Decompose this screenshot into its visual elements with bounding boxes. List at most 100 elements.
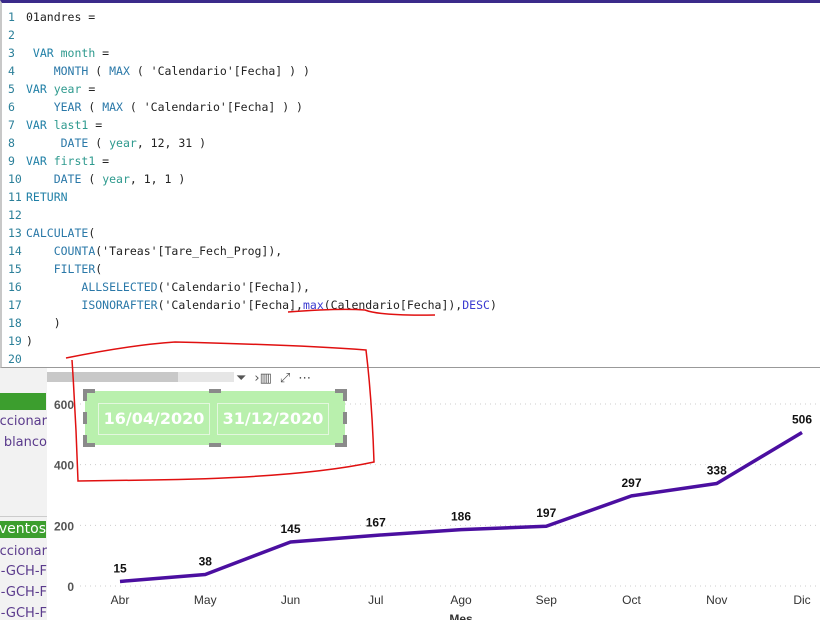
x-tick-label: Jun — [281, 593, 300, 607]
code-token: MAX — [109, 64, 130, 78]
start-date-input[interactable]: 16/04/2020 — [98, 403, 210, 435]
code-line[interactable]: 14 COUNTA('Tareas'[Tare_Fech_Prog]), — [2, 242, 282, 260]
code-token: , 1, 1 ) — [129, 172, 186, 186]
code-line[interactable]: 9 VAR first1 = — [2, 152, 109, 170]
code-line[interactable]: 6 YEAR ( MAX ( 'Calendario'[Fecha] ) ) — [2, 98, 303, 116]
resize-handle[interactable] — [83, 435, 87, 447]
code-line[interactable]: 2 — [2, 26, 26, 44]
resize-handle[interactable] — [343, 412, 347, 424]
code-line[interactable]: 5 VAR year = — [2, 80, 95, 98]
code-token: FILTER — [53, 262, 96, 276]
code-line[interactable]: 16 ALLSELECTED('Calendario'[Fecha]), — [2, 278, 310, 296]
y-tick-label: 200 — [54, 519, 74, 533]
code-line[interactable]: 7 VAR last1 = — [2, 116, 102, 134]
code-token: ) — [26, 316, 61, 330]
resize-handle[interactable] — [83, 389, 87, 401]
x-tick-label: Jul — [368, 593, 383, 607]
resize-handle[interactable] — [343, 389, 347, 401]
code-token: ( — [81, 172, 103, 186]
drill-icon[interactable]: ›▥ — [254, 371, 271, 386]
code-line[interactable]: 17 ISONORAFTER('Calendario'[Fecha],max(C… — [2, 296, 497, 314]
code-token: = — [88, 118, 103, 132]
line-number: 7 — [8, 118, 15, 132]
code-token: DATE — [60, 136, 89, 150]
line-number: 2 — [8, 28, 15, 42]
visual-toolbar: ⏷ ›▥ ⤢ ⋯ — [236, 369, 311, 387]
code-line[interactable]: 1 01andres = — [2, 8, 95, 26]
line-number: 5 — [8, 82, 15, 96]
code-line[interactable]: 13 CALCULATE( — [2, 224, 95, 242]
data-label: 197 — [536, 506, 556, 520]
code-line[interactable]: 3 VAR month = — [2, 44, 109, 62]
code-token: ) — [26, 334, 33, 348]
code-token: 01andres = — [26, 10, 96, 24]
code-line[interactable]: 18 ) — [2, 314, 61, 332]
x-tick-label: Sep — [536, 593, 558, 607]
x-tick-label: Abr — [111, 593, 130, 607]
code-token: first1 — [53, 154, 96, 168]
code-line[interactable]: 12 — [2, 206, 26, 224]
code-token: MONTH — [53, 64, 89, 78]
resize-handle[interactable] — [209, 443, 221, 447]
code-line[interactable]: 11 RETURN — [2, 188, 68, 206]
code-token: ( 'Calendario'[Fecha] ) ) — [129, 64, 310, 78]
line-number: 19 — [8, 334, 22, 348]
code-token: year — [53, 82, 82, 96]
code-token: YEAR — [53, 100, 82, 114]
code-line[interactable]: 8 DATE ( year, 12, 31 ) — [2, 134, 206, 152]
focus-mode-icon[interactable]: ⤢ — [280, 371, 290, 386]
x-axis-title: Mes — [449, 612, 473, 620]
code-line[interactable]: 10 DATE ( year, 1, 1 ) — [2, 170, 185, 188]
line-number: 6 — [8, 100, 15, 114]
x-tick-label: May — [194, 593, 217, 607]
end-date-input[interactable]: 31/12/2020 — [217, 403, 329, 435]
line-number: 10 — [8, 172, 22, 186]
line-number: 4 — [8, 64, 15, 78]
code-token: ( — [81, 100, 103, 114]
line-number: 15 — [8, 262, 22, 276]
code-token: VAR — [26, 46, 61, 60]
date-range-slicer[interactable]: 16/04/2020 31/12/2020 — [83, 389, 347, 447]
code-token: VAR — [26, 154, 54, 168]
y-tick-label: 0 — [67, 580, 74, 594]
line-number: 9 — [8, 154, 15, 168]
filter-icon[interactable]: ⏷ — [236, 371, 246, 386]
more-options-button[interactable]: ⋯ — [298, 371, 311, 386]
line-number: 13 — [8, 226, 22, 240]
code-token: ( — [88, 64, 110, 78]
code-token: year — [102, 172, 130, 186]
code-line[interactable]: 20 — [2, 350, 26, 368]
line-number: 14 — [8, 244, 22, 258]
resize-handle[interactable] — [343, 435, 347, 447]
code-token: max — [302, 298, 324, 312]
code-line[interactable]: 15 FILTER( — [2, 260, 102, 278]
code-token: ISONORAFTER — [81, 298, 158, 312]
x-tick-label: Dic — [793, 593, 810, 607]
resize-handle[interactable] — [209, 389, 221, 393]
data-label: 297 — [621, 476, 641, 490]
line-number: 12 — [8, 208, 22, 222]
code-token: month — [60, 46, 96, 60]
series-line — [119, 431, 803, 584]
code-line[interactable]: 4 MONTH ( MAX ( 'Calendario'[Fecha] ) ) — [2, 62, 310, 80]
resize-handle[interactable] — [83, 412, 87, 424]
line-number: 11 — [8, 190, 22, 204]
line-number: 18 — [8, 316, 22, 330]
line-number: 20 — [8, 352, 22, 366]
code-line[interactable]: 19) — [2, 332, 33, 350]
code-token: = — [95, 46, 110, 60]
code-token: ) — [489, 298, 497, 312]
data-label: 145 — [280, 522, 300, 536]
line-number: 1 — [8, 10, 15, 24]
data-label: 38 — [199, 554, 213, 568]
dax-formula-editor[interactable]: 1 01andres = 2 3 VAR month = 4 MONTH ( MAX (… — [0, 0, 820, 368]
code-token: last1 — [53, 118, 89, 132]
code-token: year — [109, 136, 137, 150]
code-token: DESC — [462, 298, 490, 312]
code-token: DATE — [53, 172, 82, 186]
